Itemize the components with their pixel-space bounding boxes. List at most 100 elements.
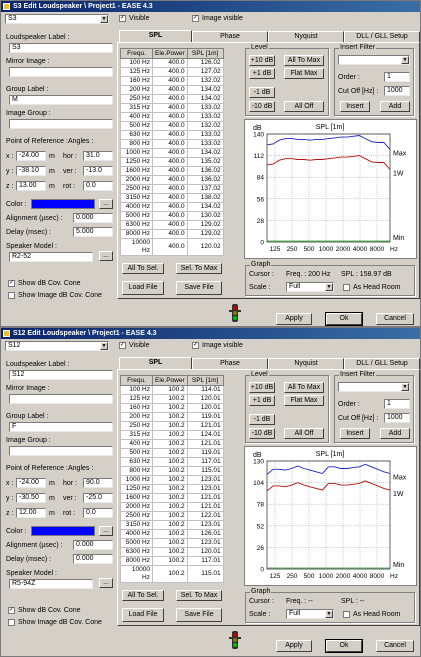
- tab-dll-gll-setup[interactable]: DLL / GLL Setup: [344, 31, 420, 42]
- add-button[interactable]: Add: [380, 428, 410, 439]
- plus-10db-button[interactable]: +10 dB: [249, 55, 275, 66]
- freq-cell[interactable]: 10000 Hz: [120, 565, 153, 583]
- speaker-select[interactable]: S12: [5, 341, 109, 351]
- z-field[interactable]: 13.00: [16, 181, 46, 191]
- spl-cell[interactable]: 135.02: [186, 157, 224, 167]
- as-head-room-checkbox[interactable]: [343, 611, 350, 618]
- table-row[interactable]: 500 Hz 100.2 119.01: [120, 448, 224, 458]
- table-row[interactable]: 10000 Hz 100.2 115.01: [120, 565, 224, 583]
- show-image-db-cov-checkbox[interactable]: [8, 292, 15, 299]
- y-field[interactable]: -30.50: [16, 493, 46, 503]
- save-file-button[interactable]: Save File: [176, 281, 222, 295]
- table-row[interactable]: 630 Hz 100.2 117.01: [120, 457, 224, 467]
- add-button[interactable]: Add: [380, 101, 410, 112]
- freq-cell[interactable]: 4000 Hz: [120, 202, 153, 212]
- flat-max-button[interactable]: Flat Max: [284, 395, 324, 406]
- minus-1db-button[interactable]: -1 dB: [249, 87, 275, 98]
- freq-cell[interactable]: 6300 Hz: [120, 547, 153, 557]
- ele-power-cell[interactable]: 100.2: [152, 547, 188, 557]
- table-row[interactable]: 100 Hz 400.0 126.02: [120, 58, 224, 68]
- speaker-model-browse-button[interactable]: ...: [99, 578, 113, 588]
- ele-power-cell[interactable]: 100.2: [152, 412, 188, 422]
- freq-cell[interactable]: 400 Hz: [120, 112, 153, 122]
- ele-power-cell[interactable]: 400.0: [152, 202, 188, 212]
- table-row[interactable]: 8000 Hz 100.2 117.01: [120, 556, 224, 566]
- tab-phase[interactable]: Phase: [192, 31, 268, 42]
- spl-cell[interactable]: 115.01: [186, 466, 224, 476]
- col-header-ele-power[interactable]: Ele.Power: [152, 48, 188, 59]
- load-file-button[interactable]: Load File: [122, 608, 164, 622]
- apply-button[interactable]: Apply: [276, 640, 312, 652]
- tab-spl[interactable]: SPL: [119, 30, 192, 42]
- mirror-image-field[interactable]: [9, 67, 113, 77]
- ele-power-cell[interactable]: 100.2: [152, 421, 188, 431]
- x-field[interactable]: -24.00: [16, 478, 46, 488]
- table-row[interactable]: 1000 Hz 400.0 134.02: [120, 148, 224, 158]
- cancel-button[interactable]: Cancel: [376, 640, 414, 652]
- ele-power-cell[interactable]: 400.0: [152, 238, 188, 256]
- spl-cell[interactable]: 133.02: [186, 139, 224, 149]
- speaker-select[interactable]: S3: [5, 14, 109, 24]
- table-row[interactable]: 1600 Hz 400.0 136.02: [120, 166, 224, 176]
- image-visible-checkbox[interactable]: ✓: [192, 15, 199, 22]
- freq-cell[interactable]: 2000 Hz: [120, 502, 153, 512]
- loudspeaker-label-field[interactable]: S3: [9, 43, 113, 53]
- freq-cell[interactable]: 250 Hz: [120, 94, 153, 104]
- spl-cell[interactable]: 132.02: [186, 76, 224, 86]
- ok-button[interactable]: Ok: [325, 639, 363, 653]
- freq-cell[interactable]: 630 Hz: [120, 457, 153, 467]
- visible-checkbox[interactable]: ✓: [119, 342, 126, 349]
- rot-field[interactable]: 0.0: [83, 508, 113, 518]
- freq-cell[interactable]: 2000 Hz: [120, 175, 153, 185]
- visible-checkbox[interactable]: ✓: [119, 15, 126, 22]
- spl-cell[interactable]: 117.01: [186, 556, 224, 566]
- ele-power-cell[interactable]: 100.2: [152, 538, 188, 548]
- ele-power-cell[interactable]: 400.0: [152, 220, 188, 230]
- group-label-field[interactable]: F: [9, 422, 113, 432]
- spl-cell[interactable]: 136.02: [186, 166, 224, 176]
- load-file-button[interactable]: Load File: [122, 281, 164, 295]
- table-row[interactable]: 800 Hz 400.0 133.02: [120, 139, 224, 149]
- tab-nyquist[interactable]: Nyquist: [268, 31, 344, 42]
- freq-cell[interactable]: 315 Hz: [120, 430, 153, 440]
- spl-cell[interactable]: 132.02: [186, 121, 224, 131]
- table-row[interactable]: 400 Hz 100.2 121.01: [120, 439, 224, 449]
- all-to-max-button[interactable]: All To Max: [284, 382, 324, 393]
- plus-1db-button[interactable]: +1 dB: [249, 395, 275, 406]
- rot-field[interactable]: 0.0: [83, 181, 113, 191]
- ele-power-cell[interactable]: 400.0: [152, 112, 188, 122]
- freq-cell[interactable]: 500 Hz: [120, 121, 153, 131]
- all-to-sel-button[interactable]: All To Sel.: [122, 590, 164, 601]
- all-off-button[interactable]: All Off: [284, 428, 324, 439]
- ele-power-cell[interactable]: 100.2: [152, 448, 188, 458]
- hor-field[interactable]: 90.0: [83, 478, 113, 488]
- table-row[interactable]: 200 Hz 400.0 134.02: [120, 85, 224, 95]
- speaker-model-field[interactable]: R5-94Z: [9, 579, 93, 589]
- spl-cell[interactable]: 120.01: [186, 547, 224, 557]
- tab-dll-gll-setup[interactable]: DLL / GLL Setup: [344, 358, 420, 369]
- spl-cell[interactable]: 119.01: [186, 448, 224, 458]
- cutoff-field[interactable]: 1000: [384, 86, 410, 96]
- table-row[interactable]: 1600 Hz 100.2 121.01: [120, 493, 224, 503]
- chevron-down-icon[interactable]: ▼: [401, 383, 409, 391]
- table-row[interactable]: 400 Hz 400.0 133.02: [120, 112, 224, 122]
- table-row[interactable]: 2500 Hz 100.2 122.01: [120, 511, 224, 521]
- spl-cell[interactable]: 120.02: [186, 238, 224, 256]
- spl-chart-area[interactable]: SPL [1m] dB 140 112 84 56 28 0 125 250 500 1000 2000…: [244, 119, 417, 259]
- insert-button[interactable]: Insert: [340, 428, 370, 439]
- freq-cell[interactable]: 315 Hz: [120, 103, 153, 113]
- alignment-field[interactable]: 0.000: [73, 213, 113, 223]
- ele-power-cell[interactable]: 400.0: [152, 229, 188, 239]
- ele-power-cell[interactable]: 400.0: [152, 175, 188, 185]
- freq-cell[interactable]: 5000 Hz: [120, 211, 153, 221]
- ele-power-cell[interactable]: 400.0: [152, 76, 188, 86]
- order-field[interactable]: 1: [384, 399, 410, 409]
- show-image-db-cov-checkbox[interactable]: [8, 619, 15, 626]
- spl-cell[interactable]: 120.01: [186, 403, 224, 413]
- ele-power-cell[interactable]: 400.0: [152, 148, 188, 158]
- spl-cell[interactable]: 134.02: [186, 94, 224, 104]
- sel-to-max-button[interactable]: Sel. To Max: [176, 263, 222, 274]
- speaker-model-field[interactable]: R2-52: [9, 252, 93, 262]
- table-row[interactable]: 630 Hz 400.0 133.02: [120, 130, 224, 140]
- chevron-down-icon[interactable]: ▼: [325, 610, 333, 618]
